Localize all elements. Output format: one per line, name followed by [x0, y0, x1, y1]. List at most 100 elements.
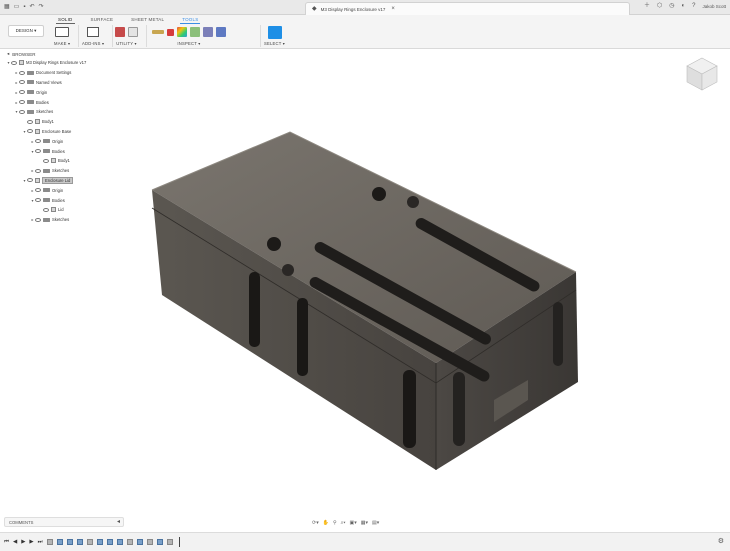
visibility-eye-icon[interactable] — [43, 158, 49, 163]
browser-tree-item[interactable]: Body1 — [4, 117, 124, 127]
browser-tree-item[interactable]: ▸ Origin — [4, 185, 124, 195]
tab-surface[interactable]: SURFACE — [89, 16, 116, 24]
view-cube[interactable] — [683, 55, 721, 93]
comments-panel[interactable]: COMMENTS ◂ — [4, 517, 124, 527]
inspect-group[interactable]: INSPECT ▾ — [152, 25, 226, 46]
document-tab[interactable]: ◆ M3 Display Rings Enclosure v17 × — [305, 2, 630, 15]
tab-solid[interactable]: SOLID — [56, 16, 75, 24]
plus-icon[interactable]: ＋ — [644, 3, 650, 9]
visibility-eye-icon[interactable] — [19, 100, 25, 105]
visibility-eye-icon[interactable] — [27, 119, 33, 124]
display-mode-icon[interactable]: ▣▾ — [350, 520, 357, 526]
browser-tree-item[interactable]: ▾ Bodies — [4, 195, 124, 205]
timeline-marker[interactable] — [178, 537, 180, 547]
browser-tree-item[interactable]: Lid — [4, 205, 124, 215]
addins-group[interactable]: ADD-INS ▾ — [82, 25, 104, 46]
section-analysis-icon[interactable] — [216, 27, 226, 37]
gear-icon[interactable]: ⚙ — [718, 537, 724, 545]
timeline-feature-icon[interactable] — [76, 539, 83, 545]
browser-tree-item[interactable]: ▾ Sketches — [4, 107, 124, 117]
grid-settings-icon[interactable]: ▦▾ — [361, 520, 368, 526]
fit-icon[interactable]: ⌕▾ — [341, 520, 346, 526]
tab-tools[interactable]: TOOLS — [180, 16, 201, 24]
visibility-eye-icon[interactable] — [27, 129, 33, 134]
visibility-eye-icon[interactable] — [19, 109, 25, 114]
browser-tree-item[interactable]: ▸ Origin — [4, 87, 124, 97]
select-group[interactable]: SELECT ▾ — [264, 25, 285, 46]
timeline-feature-icon[interactable] — [66, 539, 73, 545]
timeline-feature-icon[interactable] — [86, 539, 93, 545]
user-name[interactable]: Jakob Scott — [702, 4, 726, 9]
file-icon[interactable]: ▭ — [14, 4, 20, 10]
timeline-feature-icon[interactable] — [106, 539, 113, 545]
visibility-eye-icon[interactable] — [35, 149, 41, 154]
make-group[interactable]: MAKE ▾ — [54, 25, 70, 46]
scripts-icon[interactable] — [87, 27, 100, 37]
pan-icon[interactable]: ✋ — [323, 520, 329, 526]
browser-tree-item[interactable]: ▸ Document Settings — [4, 68, 124, 78]
design-workspace-button[interactable]: DESIGN ▾ — [8, 25, 44, 37]
browser-tree-item[interactable]: ▸ Sketches — [4, 166, 124, 176]
browser-tree-item[interactable]: ▸ Sketches — [4, 215, 124, 225]
play-icon[interactable]: ▶ — [21, 539, 25, 545]
visibility-eye-icon[interactable] — [35, 188, 41, 193]
browser-tree-item[interactable]: ▾ Enclosure Lid — [4, 176, 124, 186]
browser-tree-item[interactable]: ▾ Bodies — [4, 146, 124, 156]
timeline-feature-icon[interactable] — [156, 539, 163, 545]
collapse-icon[interactable]: ◂ — [7, 51, 9, 57]
viewports-icon[interactable]: ▤▾ — [372, 520, 379, 526]
visibility-eye-icon[interactable] — [11, 60, 17, 65]
utility-table-icon[interactable] — [128, 27, 138, 37]
browser-tree-item[interactable]: ▸ Bodies — [4, 97, 124, 107]
timeline-feature-icon[interactable] — [56, 539, 63, 545]
browser-tree-item[interactable]: ▾ Enclosure Base — [4, 127, 124, 137]
3d-print-icon[interactable] — [55, 27, 70, 37]
timeline-feature-icon[interactable] — [116, 539, 123, 545]
curvature-icon[interactable] — [177, 27, 187, 37]
visibility-eye-icon[interactable] — [43, 207, 49, 212]
timeline-feature-icon[interactable] — [46, 539, 53, 545]
browser-header[interactable]: ◂ BROWSER — [4, 50, 124, 58]
help-icon[interactable]: ? — [692, 3, 695, 9]
save-icon[interactable]: ▪ — [23, 4, 25, 10]
visibility-eye-icon[interactable] — [35, 198, 41, 203]
clock-icon[interactable]: ◷ — [669, 3, 674, 9]
browser-tree-item[interactable]: ▸ Origin — [4, 136, 124, 146]
zoom-icon[interactable]: ⚲ — [333, 520, 337, 526]
bell-icon[interactable]: ◐ — [682, 3, 686, 9]
timeline-feature-icon[interactable] — [136, 539, 143, 545]
zebra-icon[interactable] — [190, 27, 200, 37]
draft-analysis-icon[interactable] — [203, 27, 213, 37]
browser-tree-item[interactable]: ▾ M3 Display Rings Enclosure v17 — [4, 58, 124, 68]
close-icon[interactable]: × — [391, 6, 395, 12]
visibility-eye-icon[interactable] — [19, 90, 25, 95]
visibility-eye-icon[interactable] — [35, 217, 41, 222]
go-to-start-icon[interactable]: ⏮ — [4, 539, 9, 546]
visibility-eye-icon[interactable] — [35, 139, 41, 144]
interference-icon[interactable] — [167, 28, 174, 36]
visibility-eye-icon[interactable] — [35, 168, 41, 173]
timeline-feature-icon[interactable] — [96, 539, 103, 545]
measure-icon[interactable] — [152, 30, 164, 34]
grid-icon[interactable]: ▦ — [4, 4, 10, 10]
redo-icon[interactable]: ↷ — [39, 4, 44, 10]
timeline-feature-icon[interactable] — [146, 539, 153, 545]
browser-tree-item[interactable]: ▸ Named Views — [4, 78, 124, 88]
visibility-eye-icon[interactable] — [19, 70, 25, 75]
visibility-eye-icon[interactable] — [19, 80, 25, 85]
go-to-end-icon[interactable]: ⏭ — [38, 539, 43, 546]
utility-group[interactable]: UTILITY ▾ — [115, 25, 138, 46]
visibility-eye-icon[interactable] — [27, 178, 33, 183]
utility-red-icon[interactable] — [115, 27, 125, 37]
select-arrow-icon[interactable] — [267, 25, 282, 39]
expand-icon[interactable]: ◂ — [117, 519, 120, 525]
step-forward-icon[interactable]: ▶ — [29, 539, 33, 545]
browser-tree-item[interactable]: Body1 — [4, 156, 124, 166]
extensions-icon[interactable]: ⬡ — [657, 3, 662, 9]
timeline-feature-icon[interactable] — [166, 539, 173, 545]
timeline-feature-icon[interactable] — [126, 539, 133, 545]
orbit-icon[interactable]: ⟳▾ — [312, 520, 319, 526]
tab-sheet-metal[interactable]: SHEET METAL — [129, 16, 166, 24]
step-back-icon[interactable]: ◀ — [13, 539, 17, 545]
undo-icon[interactable]: ↶ — [29, 4, 34, 10]
